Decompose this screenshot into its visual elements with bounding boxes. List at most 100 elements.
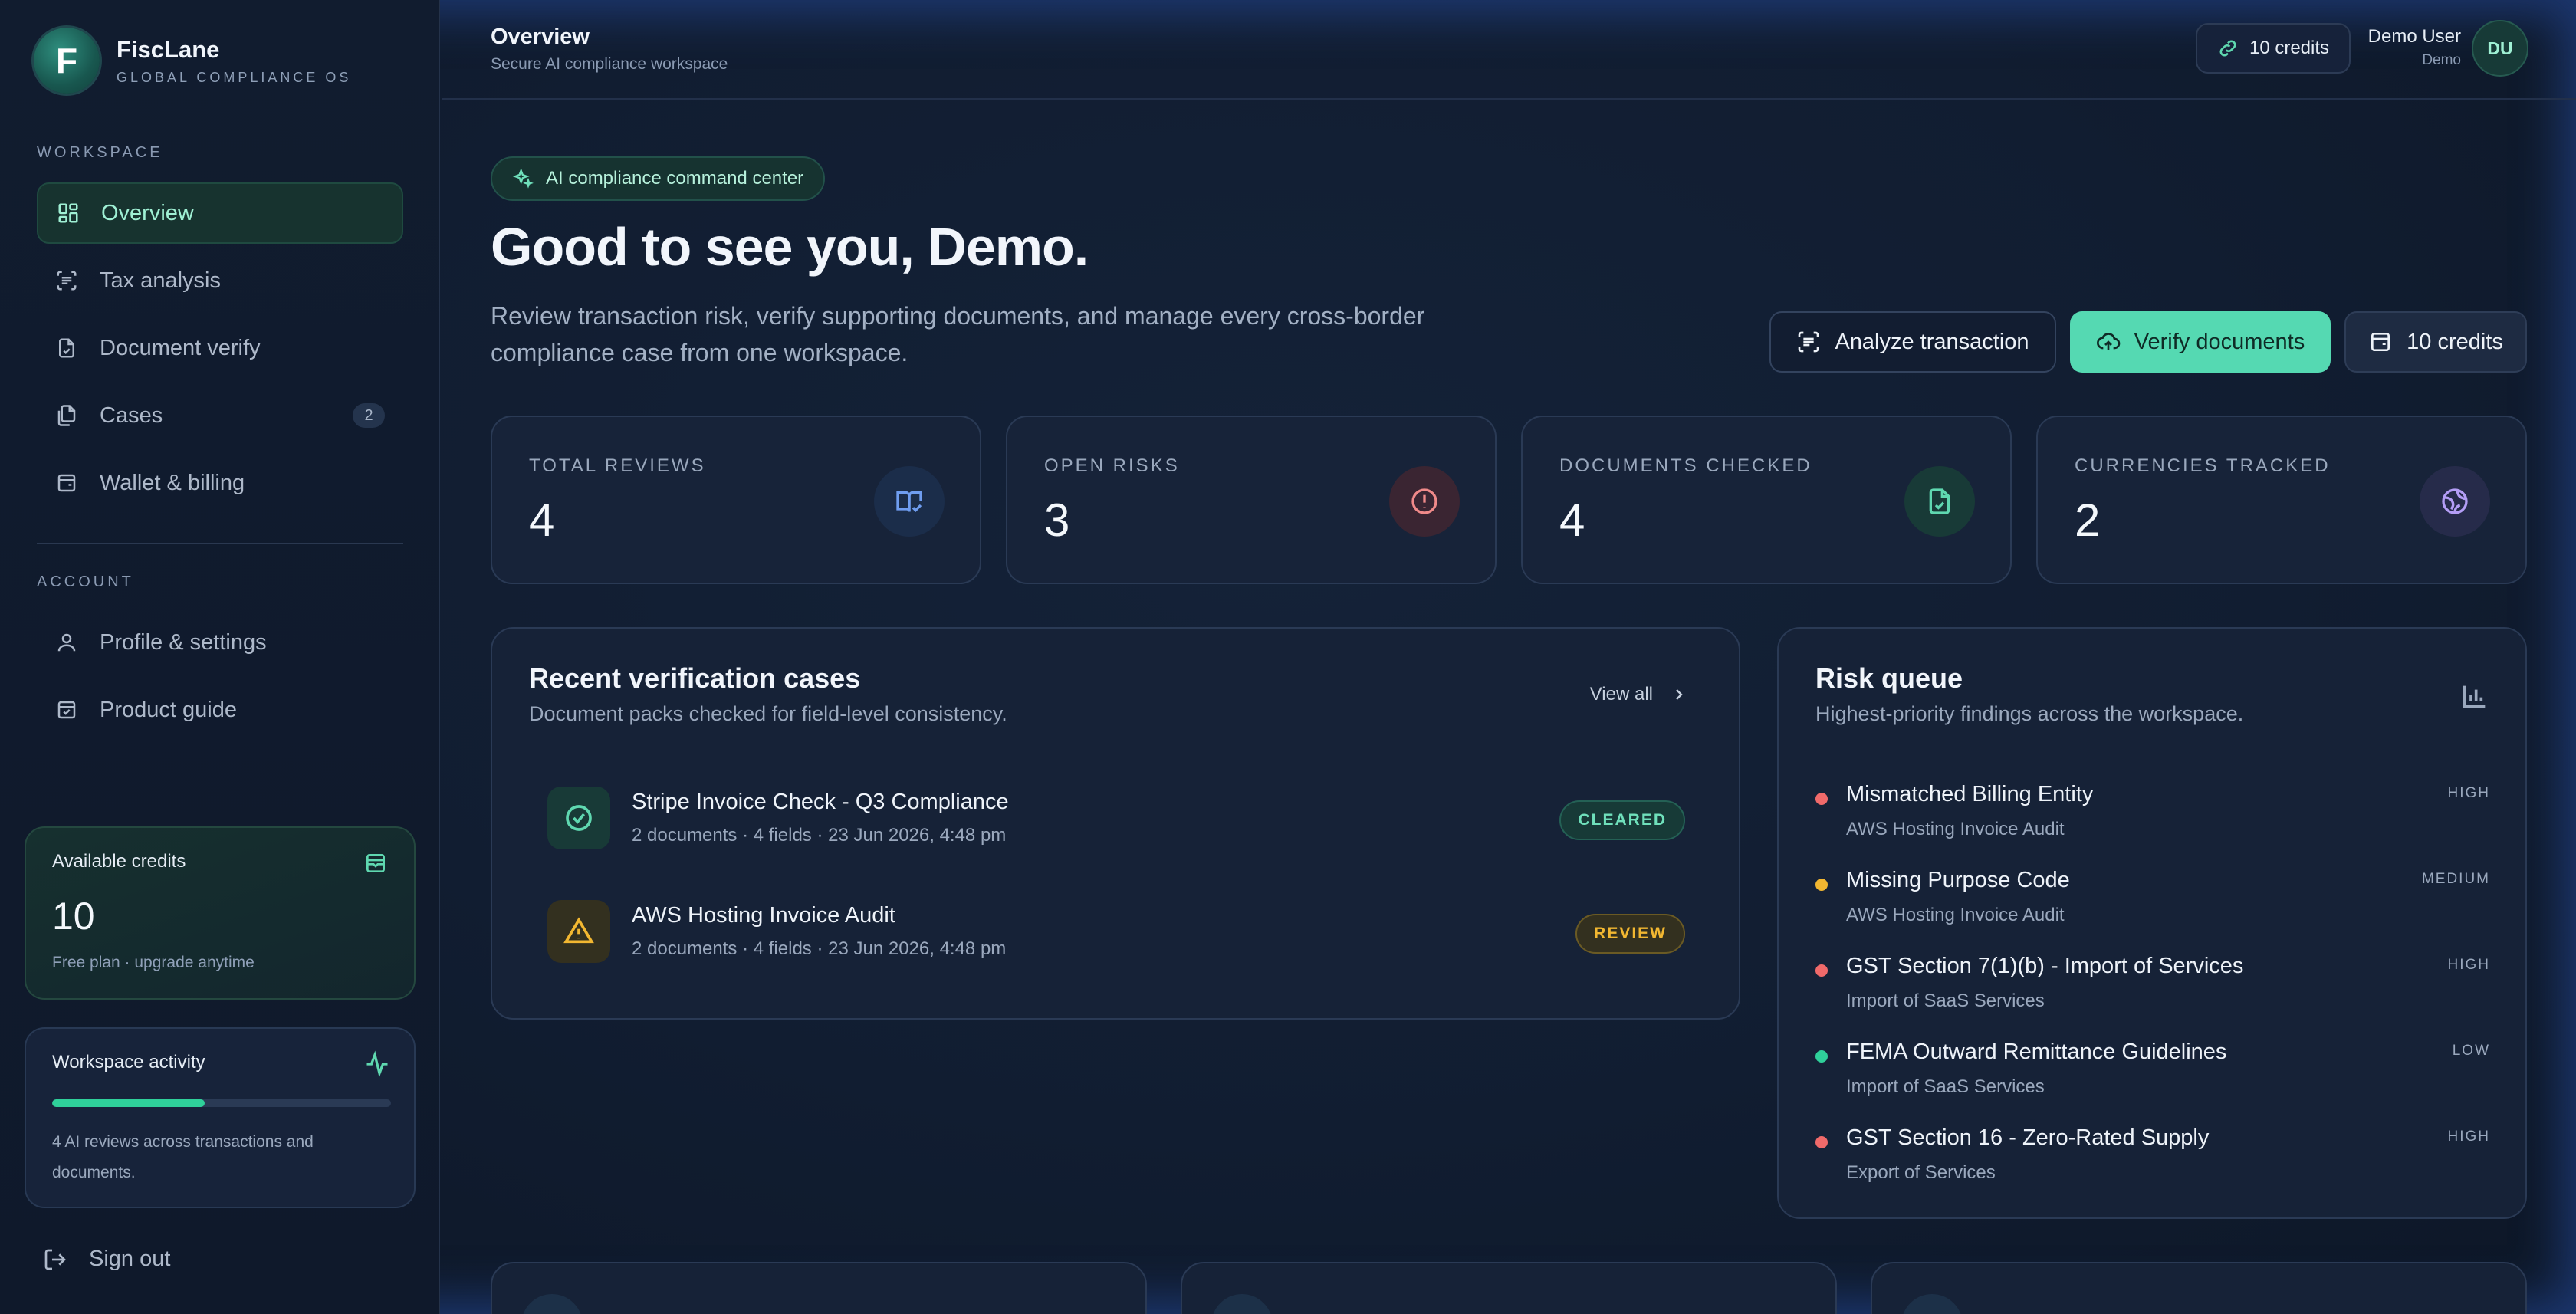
alert-circle-icon [1389, 466, 1460, 537]
activity-progress-fill [52, 1099, 205, 1107]
risk-level: LOW [2452, 1043, 2490, 1059]
user-role: Demo [2422, 52, 2461, 68]
recent-cases-subtitle: Document packs checked for field-level c… [529, 702, 1007, 725]
card-icon [1901, 1294, 1963, 1314]
link-icon [2220, 40, 2236, 57]
sidebar-divider [37, 543, 403, 544]
bottom-card [1181, 1262, 1837, 1314]
view-all-link[interactable]: View all [1590, 684, 1688, 705]
scan-icon [1799, 331, 1819, 353]
brand-logo: F [34, 28, 100, 94]
activity-card-description: 4 AI reviews across transactions and doc… [52, 1133, 314, 1181]
risk-queue-panel: Risk queue Highest-priority findings acr… [1777, 627, 2527, 1219]
activity-progress-bar [52, 1099, 391, 1107]
risk-source: Import of SaaS Services [1846, 990, 2045, 1011]
avatar[interactable]: DU [2472, 20, 2528, 77]
bar-chart-icon[interactable] [2459, 681, 2490, 711]
available-credits-card: Available credits 10 Free plan · upgrade… [25, 826, 416, 1000]
wallet-icon [55, 471, 78, 494]
stat-label: OPEN RISKS [1044, 455, 1180, 476]
sidebar-item-product-guide[interactable]: Product guide [37, 679, 403, 741]
book-check-icon [874, 466, 945, 537]
risk-source: Import of SaaS Services [1846, 1076, 2045, 1097]
sidebar-item-overview[interactable]: Overview [37, 182, 403, 244]
sidebar-item-label: Cases [100, 402, 163, 428]
status-badge: CLEARED [1559, 800, 1685, 840]
case-title: Stripe Invoice Check - Q3 Compliance [632, 790, 1009, 814]
risk-item[interactable]: GST Section 7(1)(b) - Import of Services… [1815, 949, 2490, 1018]
bottom-card [1871, 1262, 2527, 1314]
sign-out-label: Sign out [89, 1247, 171, 1271]
case-title: AWS Hosting Invoice Audit [632, 903, 895, 928]
risk-item[interactable]: FEMA Outward Remittance Guidelines Impor… [1815, 1035, 2490, 1104]
recent-cases-panel: Recent verification cases Document packs… [491, 627, 1740, 1020]
analyze-transaction-button[interactable]: Analyze transaction [1769, 311, 2056, 373]
command-center-label: AI compliance command center [546, 168, 804, 189]
sidebar-item-label: Overview [101, 200, 194, 225]
risk-title: Missing Purpose Code [1846, 868, 2070, 892]
sidebar-item-label: Profile & settings [100, 629, 267, 655]
risk-item[interactable]: Missing Purpose Code AWS Hosting Invoice… [1815, 863, 2490, 932]
risk-title: GST Section 7(1)(b) - Import of Services [1846, 954, 2244, 978]
risk-severity-dot [1815, 1050, 1828, 1063]
account-section-label: ACCOUNT [37, 573, 134, 590]
risk-item[interactable]: Mismatched Billing Entity AWS Hosting In… [1815, 777, 2490, 846]
grid-icon [57, 202, 80, 225]
stat-card-documents-checked: DOCUMENTS CHECKED 4 [1521, 416, 2012, 584]
brand[interactable]: F FiscLane GLOBAL COMPLIANCE OS [34, 28, 351, 94]
risk-severity-dot [1815, 1136, 1828, 1148]
sign-out-button[interactable]: Sign out [43, 1247, 170, 1272]
sidebar-item-tax-analysis[interactable]: Tax analysis [37, 250, 403, 311]
scan-icon [55, 269, 78, 292]
case-meta: 2 documents · 4 fields · 23 Jun 2026, 4:… [632, 938, 1007, 959]
credits-card-value: 10 [52, 895, 95, 938]
sidebar-item-label: Wallet & billing [100, 470, 245, 495]
risk-level: HIGH [2447, 785, 2490, 801]
credits-card-subtitle: Free plan · upgrade anytime [52, 954, 255, 971]
chevron-right-icon [1676, 689, 1683, 700]
top-bar: Overview Secure AI compliance workspace … [442, 0, 2576, 100]
case-row[interactable]: AWS Hosting Invoice Audit 2 documents · … [547, 897, 1685, 966]
workspace-activity-card: Workspace activity 4 AI reviews across t… [25, 1027, 416, 1208]
verify-documents-button[interactable]: Verify documents [2070, 311, 2331, 373]
risk-source: AWS Hosting Invoice Audit [1846, 905, 2065, 925]
credits-button[interactable]: 10 credits [2344, 311, 2527, 373]
risk-item[interactable]: GST Section 16 - Zero-Rated Supply Expor… [1815, 1121, 2490, 1190]
files-icon [55, 404, 78, 427]
greeting-heading: Good to see you, Demo. [491, 217, 1089, 277]
view-all-label: View all [1589, 684, 1653, 705]
stat-label: CURRENCIES TRACKED [2075, 455, 2331, 476]
warning-icon [547, 900, 610, 963]
risk-level: HIGH [2447, 957, 2490, 973]
stat-card-currencies-tracked: CURRENCIES TRACKED 2 [2036, 416, 2527, 584]
risk-severity-dot [1815, 964, 1828, 977]
risk-level: HIGH [2447, 1128, 2490, 1145]
brand-logo-letter: F [55, 41, 78, 80]
risk-queue-subtitle: Highest-priority findings across the wor… [1815, 702, 2244, 725]
risk-severity-dot [1815, 879, 1828, 891]
credits-chip-button[interactable]: 10 credits [2196, 23, 2351, 74]
analyze-transaction-label: Analyze transaction [1835, 329, 2029, 354]
credits-chip-label: 10 credits [2249, 38, 2330, 58]
case-row[interactable]: Stripe Invoice Check - Q3 Compliance 2 d… [547, 783, 1685, 852]
stat-label: DOCUMENTS CHECKED [1559, 455, 1812, 476]
bottom-card [491, 1262, 1147, 1314]
recent-cases-title: Recent verification cases [529, 662, 861, 694]
sidebar-item-profile-settings[interactable]: Profile & settings [37, 612, 403, 673]
risk-title: GST Section 16 - Zero-Rated Supply [1846, 1125, 2210, 1150]
risk-title: Mismatched Billing Entity [1846, 782, 2094, 806]
credits-card-title: Available credits [52, 851, 186, 872]
sidebar-item-cases[interactable]: Cases 2 [37, 385, 403, 446]
verify-documents-label: Verify documents [2134, 329, 2305, 354]
sidebar-item-document-verify[interactable]: Document verify [37, 317, 403, 379]
activity-card-title: Workspace activity [52, 1052, 205, 1073]
risk-source: Export of Services [1846, 1162, 1996, 1183]
wallet-icon [2371, 333, 2390, 351]
sidebar-item-wallet-billing[interactable]: Wallet & billing [37, 452, 403, 514]
sign-out-icon [44, 1249, 66, 1270]
card-icon [1211, 1294, 1273, 1314]
user-name: Demo User [2367, 26, 2461, 47]
risk-level: MEDIUM [2421, 871, 2490, 887]
greeting-description: Review transaction risk, verify supporti… [491, 302, 1425, 366]
risk-source: AWS Hosting Invoice Audit [1846, 819, 2065, 839]
